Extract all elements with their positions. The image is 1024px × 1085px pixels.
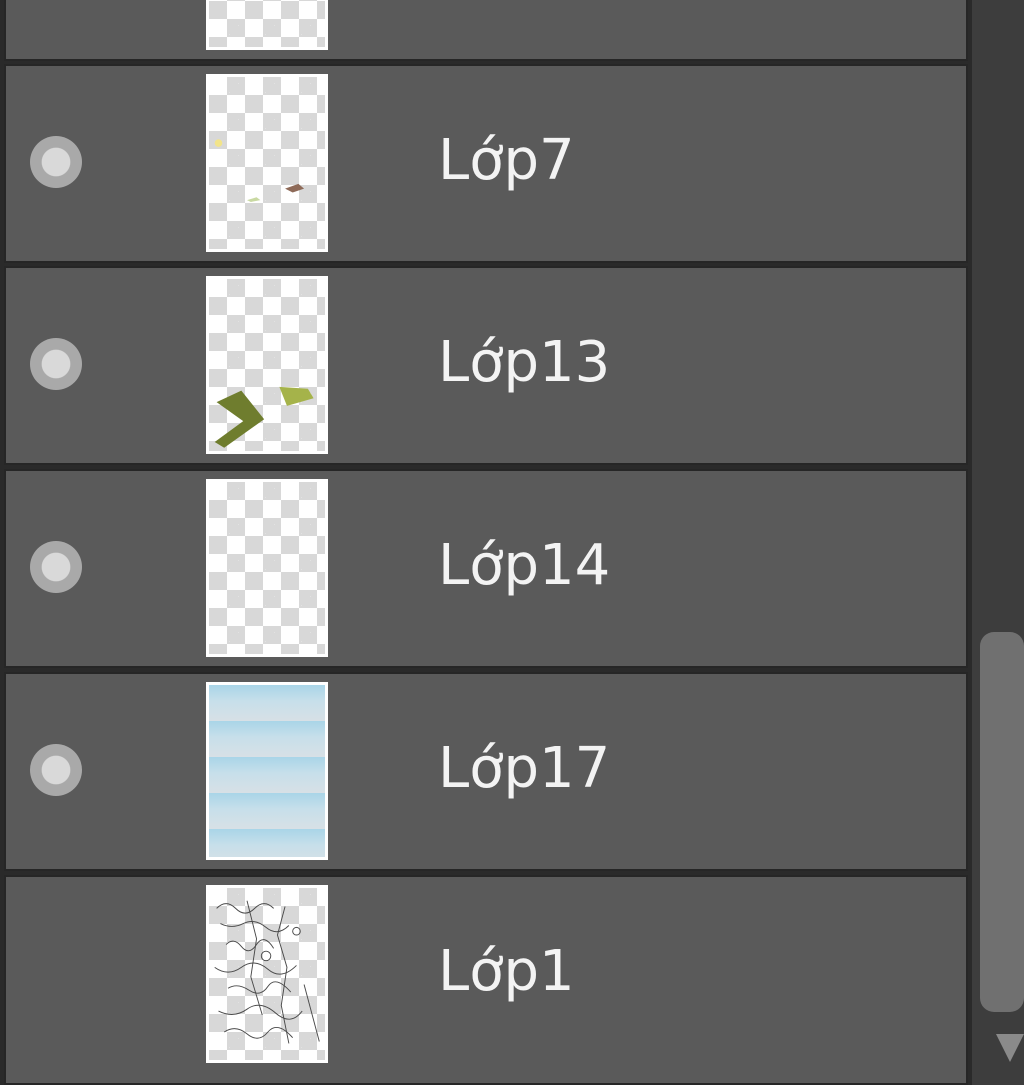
layer-thumbnail: [206, 276, 328, 454]
layer-name[interactable]: Lớp17: [438, 734, 610, 804]
layer-thumbnail: [206, 885, 328, 1063]
visibility-toggle-icon[interactable]: [30, 541, 82, 593]
arrow-down-icon[interactable]: [996, 1034, 1024, 1062]
layer-thumbnail: [206, 74, 328, 252]
layer-row[interactable]: [4, 0, 968, 61]
thumb-drawing: [214, 139, 305, 202]
layer-row-lop7[interactable]: Lớp7: [4, 64, 968, 263]
thumb-drawing: [214, 386, 314, 448]
layer-thumbnail: [206, 0, 328, 50]
layer-name[interactable]: Lớp13: [438, 328, 610, 398]
scrollbar-thumb[interactable]: [980, 632, 1024, 1012]
layer-row-lop14[interactable]: Lớp14: [4, 469, 968, 668]
layer-name[interactable]: Lớp1: [438, 937, 575, 1007]
layer-thumbnail: [206, 682, 328, 860]
layer-name[interactable]: Lớp14: [438, 531, 610, 601]
layer-row-lop17[interactable]: Lớp17: [4, 672, 968, 871]
layer-row-lop1[interactable]: Lớp1: [4, 875, 968, 1085]
visibility-toggle-icon[interactable]: [30, 338, 82, 390]
thumb-sketch: [214, 900, 320, 1044]
visibility-toggle-icon[interactable]: [30, 744, 82, 796]
visibility-toggle-icon[interactable]: [30, 136, 82, 188]
layers-panel: Lớp7 Lớp13 Lớp14 Lớp17 Lớp1: [0, 0, 1024, 1085]
layer-row-lop13[interactable]: Lớp13: [4, 266, 968, 465]
layer-thumbnail: [206, 479, 328, 657]
layer-list: Lớp7 Lớp13 Lớp14 Lớp17 Lớp1: [0, 0, 972, 1085]
layer-name[interactable]: Lớp7: [438, 126, 575, 196]
